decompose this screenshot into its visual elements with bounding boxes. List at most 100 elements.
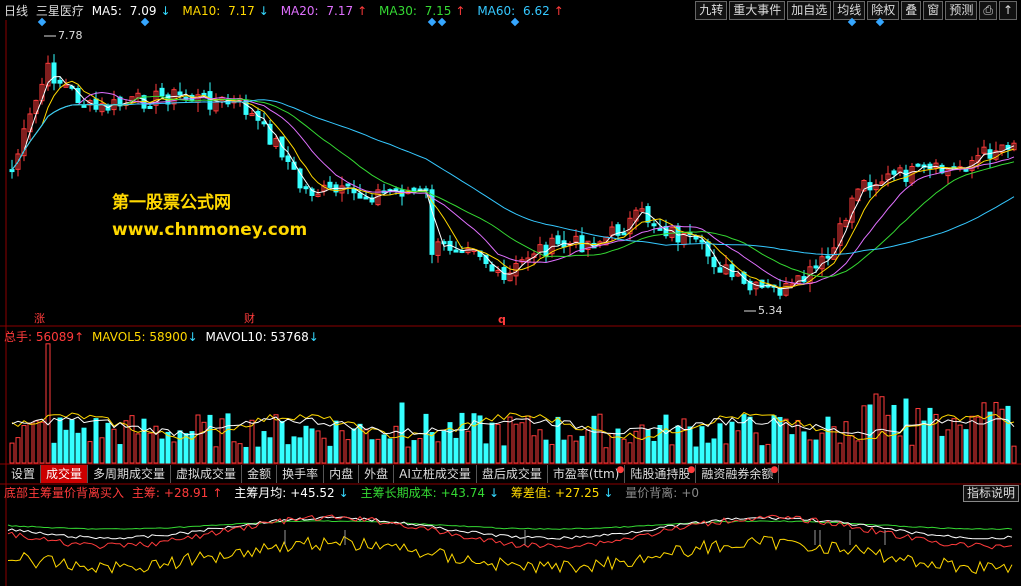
volume-bar	[291, 436, 297, 464]
volume-bar	[15, 437, 21, 464]
indicator-header: 底部主筹量价背离买入 主筹: +28.91 ↑ 主筹月均: +45.52 ↓ 主筹长期成…	[4, 485, 703, 501]
tab-4[interactable]: 金额	[242, 465, 278, 483]
volume-bar	[747, 416, 753, 464]
volume-bar	[567, 435, 573, 464]
signal-diamond-icon	[140, 17, 150, 27]
zhuchou-line	[7, 514, 1013, 550]
volume-bar	[231, 441, 237, 464]
volume-bar	[405, 446, 411, 464]
tab-10[interactable]: 市盈率(ttm) ●	[548, 465, 626, 483]
volume-bar	[639, 424, 645, 464]
volume-bar	[519, 422, 525, 464]
volume-bar	[597, 413, 603, 464]
volume-bar	[201, 421, 207, 464]
tab-7[interactable]: 外盘	[359, 465, 395, 483]
volume-bar	[117, 444, 123, 464]
event-marker-q[interactable]: q	[498, 313, 506, 326]
volume-bar	[81, 427, 87, 464]
signal-diamond-icon	[427, 17, 437, 27]
volume-bar	[147, 432, 153, 464]
volume-bar	[537, 429, 543, 464]
volume-bar	[495, 423, 501, 464]
mavol10-line	[11, 416, 1015, 437]
volume-bar	[267, 437, 273, 464]
volume-bar	[945, 429, 951, 464]
volume-bar	[591, 415, 597, 464]
volume-bar	[801, 431, 807, 464]
volume-bar	[303, 425, 309, 464]
volume-bar	[453, 437, 459, 464]
volume-bar	[507, 416, 513, 464]
volume-bar	[681, 418, 687, 464]
volume-bar	[243, 446, 249, 464]
mavol10-arrow-icon: ↓	[308, 330, 319, 344]
high-price-label: 7.78	[58, 29, 83, 42]
candle-body	[261, 121, 267, 125]
indicator-help-button[interactable]: 指标说明	[962, 485, 1019, 502]
volume-bar	[261, 431, 267, 464]
volume-bar	[633, 430, 639, 464]
tab-8[interactable]: AI立桩成交量	[394, 465, 477, 483]
candle-body	[621, 232, 627, 236]
volume-bar	[729, 421, 735, 464]
candle-body	[555, 235, 561, 245]
candle-body	[81, 104, 87, 108]
volume-bar	[915, 408, 921, 464]
volume-bar	[87, 441, 93, 464]
volume-bar	[771, 415, 777, 464]
volume-bar	[561, 439, 567, 464]
volume-bar	[579, 435, 585, 464]
candle-body	[297, 168, 303, 189]
tab-9[interactable]: 盘后成交量	[477, 465, 548, 483]
volume-bar	[651, 440, 657, 464]
tab-1[interactable]: 成交量	[41, 465, 89, 483]
volume-bar	[531, 435, 537, 464]
volume-bar	[663, 414, 669, 464]
volume-bar	[585, 429, 591, 464]
tab-dot-icon: ●	[770, 465, 779, 475]
tab-dot-icon: ●	[687, 465, 696, 475]
volume-bar	[351, 428, 357, 464]
candle-body	[717, 267, 723, 273]
volume-bar	[459, 412, 465, 464]
volume-bar	[345, 439, 351, 464]
event-marker-cai[interactable]: 财	[244, 310, 255, 326]
mavol10-value: 53768	[270, 330, 309, 344]
volume-bar	[765, 443, 771, 464]
volume-bar	[93, 418, 99, 464]
event-marker-zhang[interactable]: 涨	[34, 310, 45, 326]
volume-bar	[1005, 405, 1011, 464]
volume-bar	[843, 421, 849, 464]
changqi-label: 主筹长期成本:	[360, 486, 437, 500]
beili-label: 量价背离:	[625, 486, 678, 500]
volume-bar	[621, 438, 627, 464]
volume-bar	[855, 440, 861, 464]
volume-bar	[951, 418, 957, 464]
yuejun-label: 主筹月均:	[234, 486, 287, 500]
volume-bar	[297, 437, 303, 464]
zhuchou-value: +28.91	[163, 486, 209, 500]
volume-bar	[999, 408, 1005, 464]
tab-3[interactable]: 虚拟成交量	[171, 465, 243, 483]
tab-5[interactable]: 换手率	[277, 465, 325, 483]
volume-bar	[603, 447, 609, 464]
tab-2[interactable]: 多周期成交量	[88, 465, 172, 483]
candle-body	[93, 98, 99, 110]
volume-bar	[135, 433, 141, 464]
volume-bar	[963, 429, 969, 464]
candle-body	[303, 186, 309, 190]
volume-bar	[549, 443, 555, 464]
volume-bar	[675, 425, 681, 464]
tab-12[interactable]: 融资融券余额 ●	[696, 465, 780, 483]
tab-6[interactable]: 内盘	[324, 465, 360, 483]
total-volume-value: 56089	[35, 330, 75, 344]
volume-bar	[177, 430, 183, 464]
volume-bar	[207, 414, 213, 464]
tab-0[interactable]: 设置	[6, 465, 42, 483]
volume-bar	[99, 437, 105, 464]
tab-11[interactable]: 陆股通持股 ●	[625, 465, 697, 483]
candle-body	[813, 265, 819, 269]
volume-bar	[387, 438, 393, 464]
volume-bar	[825, 416, 831, 464]
volume-bar	[987, 411, 993, 464]
